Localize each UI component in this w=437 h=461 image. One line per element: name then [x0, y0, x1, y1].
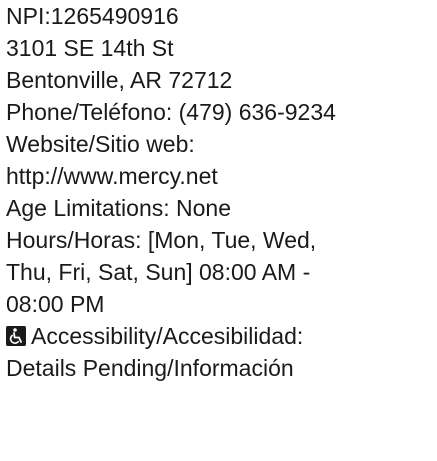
hours-line-3: 08:00 PM [6, 291, 105, 317]
age-limitations-text: Age Limitations: None [6, 195, 232, 221]
accessibility-label: Accessibility/Accesibilidad: [31, 323, 304, 349]
phone-text: Phone/Teléfono: (479) 636-9234 [6, 99, 336, 125]
hours-line-1: Hours/Horas: [Mon, Tue, Wed, [6, 227, 317, 253]
website-link[interactable]: http://www.mercy.net [6, 163, 218, 189]
provider-info: NPI:1265490916 3101 SE 14th St Bentonvil… [6, 0, 437, 384]
website-label: Website/Sitio web: [6, 131, 195, 157]
wheelchair-icon [6, 326, 26, 346]
accessibility-row: Accessibility/Accesibilidad: [6, 320, 437, 352]
hours-line-2: Thu, Fri, Sat, Sun] 08:00 AM - [6, 259, 311, 285]
accessibility-value: Details Pending/Información [6, 355, 294, 381]
npi-text: NPI:1265490916 [6, 3, 179, 29]
address-line-2: Bentonville, AR 72712 [6, 67, 233, 93]
address-line-1: 3101 SE 14th St [6, 35, 174, 61]
